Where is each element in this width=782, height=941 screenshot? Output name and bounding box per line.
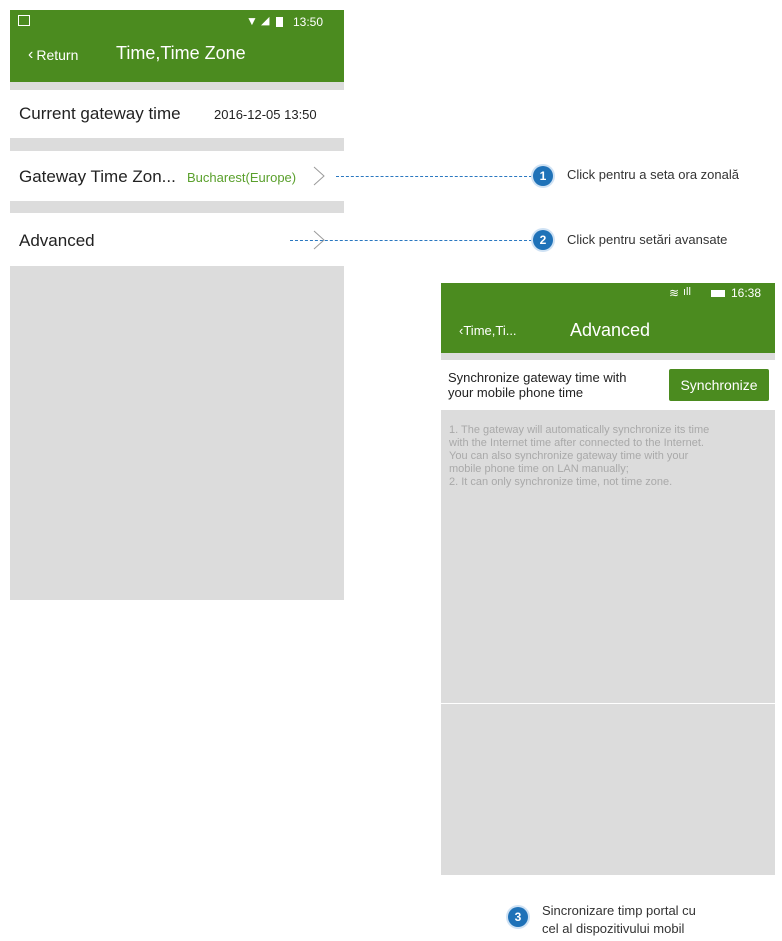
battery-icon	[276, 17, 283, 27]
chevron-right-icon	[313, 166, 325, 186]
back-button[interactable]: ‹Time,Ti...	[459, 323, 517, 338]
sync-description-line: Synchronize gateway time with	[448, 370, 627, 385]
chevron-left-icon: ‹	[28, 46, 34, 63]
callout-1-line	[336, 176, 532, 177]
status-time: 13:50	[293, 15, 324, 29]
current-gateway-time-row: Current gateway time 2016-12-05 13:50	[10, 90, 344, 138]
advanced-label: Advanced	[19, 231, 95, 250]
callout-3-text: Sincronizare timp portal cu cel al dispo…	[542, 902, 696, 938]
return-label: Return	[36, 47, 79, 63]
time-zone-label: Gateway Time Zon...	[19, 167, 176, 186]
status-bar: ▼ ◢ 13:50	[10, 10, 344, 36]
battery-icon	[711, 290, 725, 297]
sync-notes: 1. The gateway will automatically synchr…	[449, 424, 771, 489]
note-line: mobile phone time on LAN manually;	[449, 463, 629, 475]
wifi-icon: ≋	[669, 286, 680, 300]
callout-2-line	[290, 240, 532, 241]
page-title: Advanced	[570, 320, 651, 340]
phone-screen-time-zone: ▼ ◢ 13:50 ‹ Return Time,Time Zone Curren…	[10, 10, 344, 600]
note-line: with the Internet time after connected t…	[449, 437, 704, 449]
callout-3-line: cel al dispozitivului mobil	[542, 921, 685, 936]
callout-2-text: Click pentru setări avansate	[567, 232, 728, 247]
gallery-icon	[18, 15, 30, 26]
time-zone-value: Bucharest(Europe)	[187, 170, 297, 185]
status-time: 16:38	[731, 286, 762, 300]
callout-2-badge: 2	[533, 230, 553, 250]
phone-screen-advanced: ≋ ıll 16:38 ‹Time,Ti... Advanced Synchro…	[441, 283, 775, 875]
back-label: Time,Ti...	[463, 323, 517, 338]
signal-icon: ◢	[261, 15, 270, 27]
callout-3-line: Sincronizare timp portal cu	[542, 903, 696, 918]
gateway-time-zone-row[interactable]: Gateway Time Zon... Bucharest(Europe)	[10, 151, 344, 201]
callout-3-badge: 3	[508, 907, 528, 927]
wifi-icon: ▼	[246, 14, 258, 28]
divider	[441, 703, 775, 704]
note-line: You can also synchronize gateway time wi…	[449, 450, 689, 462]
note-line: 2. It can only synchronize time, not tim…	[449, 476, 673, 488]
callout-1-badge: 1	[533, 166, 553, 186]
signal-icon: ıll	[683, 286, 691, 298]
page-title: Time,Time Zone	[116, 43, 246, 63]
note-line: 1. The gateway will automatically synchr…	[449, 424, 710, 436]
return-button[interactable]: ‹ Return	[28, 46, 78, 64]
sync-description-line: your mobile phone time	[448, 385, 584, 400]
current-time-value: 2016-12-05 13:50	[214, 107, 317, 122]
sync-description: Synchronize gateway time with your mobil…	[448, 370, 626, 400]
status-bar: ≋ ıll 16:38	[441, 283, 775, 305]
current-time-label: Current gateway time	[19, 104, 181, 123]
synchronize-button[interactable]: Synchronize	[669, 369, 769, 401]
callout-1-text: Click pentru a seta ora zonală	[567, 167, 739, 182]
